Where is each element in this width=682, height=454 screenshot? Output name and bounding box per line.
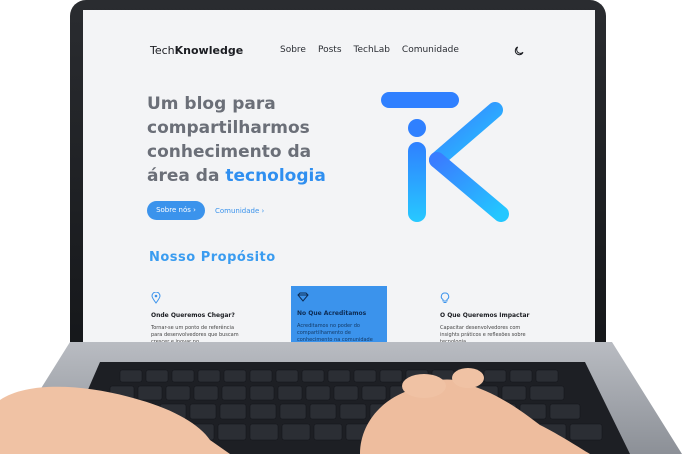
sobre-nos-button[interactable]: Sobre nós › <box>147 201 205 220</box>
hero-title-line-3: conhecimento da <box>147 142 312 162</box>
nav-item-sobre[interactable]: Sobre <box>280 45 306 55</box>
lightbulb-icon <box>440 292 450 303</box>
hero-title-line-4: área da tecnologia <box>147 164 347 188</box>
diamond-icon <box>297 292 309 302</box>
hero-title-prefix: área da <box>147 166 226 186</box>
brand-bold: Knowledge <box>174 44 244 57</box>
card-onde-queremos-chegar[interactable]: Onde Queremos Chegar? Tornar-se um ponto… <box>151 291 243 342</box>
hero-title-line-1: Um blog para <box>147 94 276 114</box>
card-title: No Que Acreditamos <box>297 310 367 317</box>
tk-logo-graphic <box>381 92 509 222</box>
card-o-que-queremos-impactar[interactable]: O Que Queremos Impactar Capacitar desenv… <box>440 292 532 342</box>
location-pin-icon <box>151 291 161 304</box>
hero-title-line-2: compartilharmos <box>147 118 310 138</box>
laptop-keyboard-deck <box>0 342 682 454</box>
browser-screen: TechKnowledge Sobre Posts TechLab Comuni… <box>83 10 595 342</box>
brand-logo[interactable]: TechKnowledge <box>150 44 243 57</box>
card-title: O Que Queremos Impactar <box>440 312 530 319</box>
hero-title: Um blog para compartilharmos conheciment… <box>147 92 347 188</box>
brand-light: Tech <box>150 44 175 57</box>
section-title: Nosso Propósito <box>149 250 276 265</box>
card-title: Onde Queremos Chegar? <box>151 312 235 319</box>
nav-item-techlab[interactable]: TechLab <box>354 45 390 55</box>
card-no-que-acreditamos[interactable]: No Que Acreditamos Acreditamos no poder … <box>291 286 387 342</box>
top-navigation: TechKnowledge Sobre Posts TechLab Comuni… <box>83 44 595 64</box>
nav-menu: Sobre Posts TechLab Comunidade <box>280 45 459 55</box>
hero-title-accent: tecnologia <box>225 166 326 186</box>
moon-icon[interactable] <box>513 45 525 57</box>
nav-item-posts[interactable]: Posts <box>318 45 342 55</box>
comunidade-link[interactable]: Comunidade › <box>215 207 264 215</box>
nav-item-comunidade[interactable]: Comunidade <box>402 45 459 55</box>
